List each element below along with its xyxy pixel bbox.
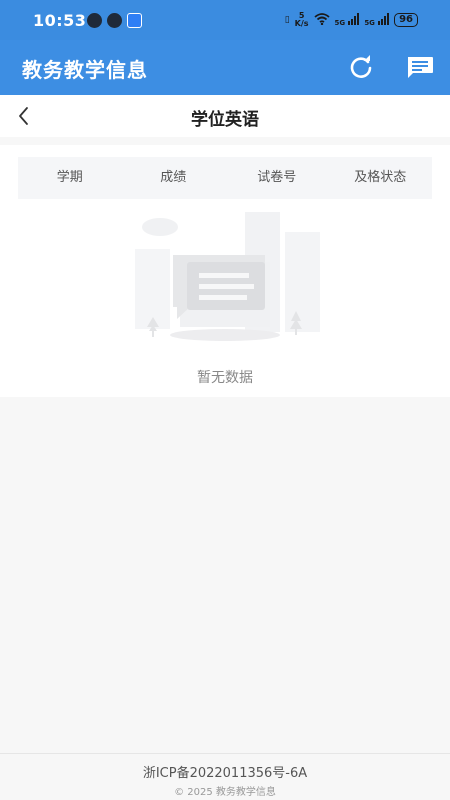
footer: 浙ICP备2022011356号-6A © 2025 教务教学信息 — [0, 753, 450, 800]
empty-state-illustration — [135, 212, 320, 341]
results-panel: 学期 成绩 试卷号 及格状态 暂无数据 — [0, 145, 450, 397]
column-header-term: 学期 — [56, 170, 83, 185]
icp-record-link[interactable]: 浙ICP备2022011356号-6A — [0, 762, 450, 781]
status-time: 10:53 — [33, 11, 87, 30]
signal-icon-2: 5G — [364, 12, 390, 28]
network-speed: 5 K/s — [294, 11, 309, 28]
page-header: 学位英语 — [0, 95, 450, 137]
alarm-icon — [87, 13, 102, 28]
empty-state-text: 暂无数据 — [197, 370, 253, 386]
battery-icon: 96 — [394, 13, 418, 27]
system-icons: ▯ 5 K/s 5G 5G 96 — [285, 12, 418, 28]
column-header-paper-no: 试卷号 — [257, 170, 297, 185]
eye-icon — [107, 13, 122, 28]
status-bar: 10:53 ▯ 5 K/s 5G 5G 96 — [0, 0, 450, 40]
wifi-icon — [313, 12, 330, 28]
table-header: 学期 成绩 试卷号 及格状态 — [18, 157, 432, 199]
notification-icons — [87, 13, 142, 28]
refresh-button[interactable] — [346, 52, 376, 82]
app-notification-icon — [127, 13, 142, 28]
message-icon — [408, 57, 433, 78]
message-button[interactable] — [403, 52, 437, 82]
column-header-score: 成绩 — [160, 170, 187, 185]
page-title: 学位英语 — [191, 110, 259, 130]
refresh-icon — [350, 55, 372, 78]
app-title: 教务教学信息 — [22, 58, 148, 82]
copyright-text: © 2025 教务教学信息 — [174, 787, 276, 798]
signal-icon-1: 5G — [335, 12, 360, 28]
column-header-pass-status: 及格状态 — [354, 170, 407, 185]
app-bar: 教务教学信息 — [0, 40, 450, 95]
vibrate-icon: ▯ — [284, 15, 290, 25]
